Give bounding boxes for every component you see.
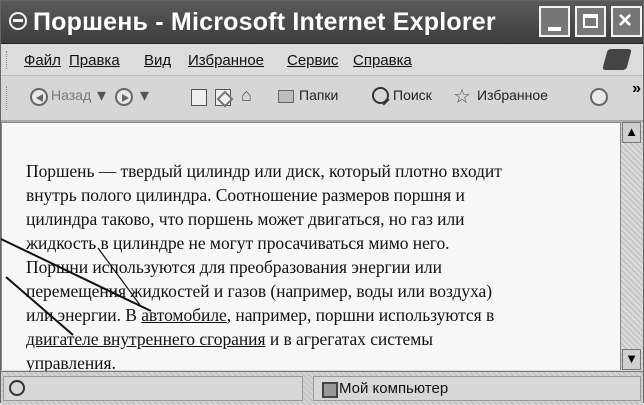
toolbar-grip[interactable]: [6, 86, 11, 110]
search-button-label[interactable]: Поиск: [393, 87, 432, 103]
globe-icon: [9, 380, 25, 396]
scroll-up-icon[interactable]: ▲: [622, 122, 641, 143]
article-line-7-start: или энергии. В: [26, 305, 142, 325]
article-text: Поршень — твердый цилиндр или диск, кото…: [26, 159, 614, 375]
computer-icon: [322, 382, 338, 398]
back-dropdown-icon[interactable]: ▾: [97, 85, 106, 106]
menu-grip[interactable]: [6, 51, 11, 69]
title-bar[interactable]: Поршень - Microsoft Internet Explorer ×: [1, 1, 643, 44]
internal-combustion-engine-link[interactable]: двигателе внутреннего сгорания: [26, 329, 266, 349]
vertical-scrollbar[interactable]: ▲ ▼: [620, 122, 643, 370]
back-button-label[interactable]: Назад: [51, 87, 91, 103]
article-line-6: перемещения жидкостей и газов (например,…: [26, 281, 493, 301]
article-line-1: Поршень — твердый цилиндр или диск, кото…: [26, 161, 502, 181]
close-button[interactable]: ×: [611, 6, 642, 37]
maximize-icon: [583, 14, 598, 28]
menu-edit[interactable]: Правка: [69, 52, 120, 69]
status-bar: Мой компьютер: [1, 371, 643, 405]
status-zone-label: Мой компьютер: [339, 380, 449, 397]
refresh-icon[interactable]: [215, 89, 231, 106]
close-icon: ×: [618, 7, 633, 34]
browser-window: Поршень - Microsoft Internet Explorer × …: [0, 0, 644, 405]
article-line-5: Поршни используются для преобразования э…: [26, 257, 442, 277]
window-title: Поршень - Microsoft Internet Explorer: [33, 8, 496, 36]
home-icon[interactable]: ⌂: [241, 85, 252, 106]
favorites-icon[interactable]: ☆: [453, 84, 471, 109]
folders-icon[interactable]: [278, 90, 294, 103]
forward-icon[interactable]: [115, 88, 133, 106]
article-line-7-end: , например, поршни используются в: [226, 305, 495, 325]
favorites-button-label[interactable]: Избранное: [477, 87, 548, 103]
stop-icon[interactable]: [191, 89, 207, 106]
menu-tools[interactable]: Сервис: [287, 52, 338, 69]
minimize-button[interactable]: [539, 6, 570, 37]
minimize-icon: [548, 27, 561, 31]
search-icon[interactable]: [372, 87, 389, 104]
web-page-content: Поршень — твердый цилиндр или диск, кото…: [1, 122, 621, 373]
standard-toolbar: Назад ▾ ▾ ⌂ Папки Поиск ☆ Избранное »: [1, 76, 643, 122]
article-line-4: жидкость в цилиндре не могут просачивать…: [26, 233, 450, 253]
maximize-button[interactable]: [575, 6, 606, 37]
menu-file[interactable]: Файл: [24, 52, 61, 69]
article-line-9: управления.: [26, 353, 116, 373]
menu-view[interactable]: Вид: [144, 52, 171, 69]
status-main-pane: [3, 376, 303, 401]
article-line-2: внутрь полого цилиндра. Соотношение разм…: [26, 185, 465, 205]
brand-icon: [602, 49, 632, 70]
back-icon[interactable]: [30, 88, 48, 106]
menu-help[interactable]: Справка: [353, 52, 412, 69]
menu-favorites[interactable]: Избранное: [188, 52, 264, 69]
toolbar-overflow-button[interactable]: »: [632, 80, 641, 98]
folders-button-label[interactable]: Папки: [299, 87, 338, 103]
menu-bar: Файл Правка Вид Избранное Сервис Справка: [1, 44, 643, 76]
scroll-down-icon[interactable]: ▼: [622, 349, 641, 370]
article-line-8-end: и в агрегатах системы: [265, 329, 434, 349]
article-line-3: цилиндра таково, что поршень может двига…: [26, 209, 465, 229]
app-icon: [9, 12, 27, 30]
forward-dropdown-icon[interactable]: ▾: [140, 85, 149, 106]
automobile-link[interactable]: автомобиле: [141, 305, 227, 325]
media-icon[interactable]: [590, 88, 608, 106]
